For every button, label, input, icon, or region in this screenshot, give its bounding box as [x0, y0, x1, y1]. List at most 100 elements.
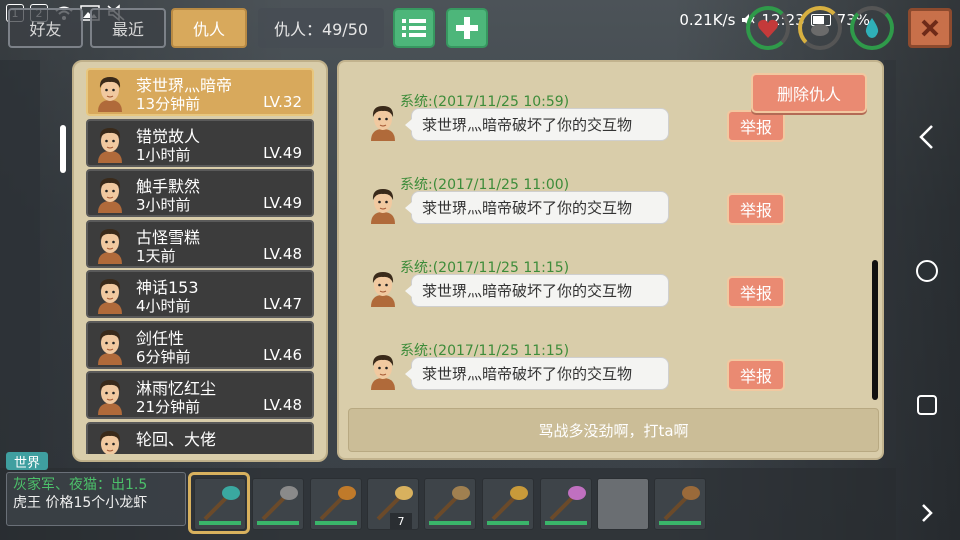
recents-nav-button[interactable]: [912, 390, 942, 420]
message-bubble: 莍世琾灬暗帝破坏了你的交互物: [405, 108, 669, 141]
home-nav-button[interactable]: [912, 256, 942, 286]
avatar-icon: [371, 189, 395, 224]
enemy-list-item[interactable]: 古怪雪糕 1天前 LV.48: [86, 219, 314, 268]
hotbar-slot[interactable]: [194, 478, 246, 530]
delete-enemy-button[interactable]: 删除仇人: [751, 73, 867, 113]
enemy-count: 仇人：49/50: [258, 8, 384, 48]
avatar: [361, 265, 405, 309]
report-button[interactable]: 举报: [727, 193, 785, 225]
thirst-ring-icon: [850, 6, 894, 50]
enemy-level: LV.48: [263, 244, 302, 263]
report-button[interactable]: 举报: [727, 110, 785, 142]
hotbar-slot[interactable]: [597, 478, 649, 530]
message-scrollbar[interactable]: [872, 260, 878, 400]
enemy-level: LV.49: [263, 194, 302, 212]
report-button[interactable]: 举报: [727, 276, 785, 308]
enemy-level: LV.48: [263, 396, 302, 414]
back-nav-button[interactable]: [912, 122, 942, 152]
enemy-info: 剑任性 6分钟前 LV.46: [132, 323, 312, 367]
tab-enemies[interactable]: 仇人: [171, 8, 247, 48]
enemy-list-panel: 莍世琾灬暗帝 13分钟前 LV.32 错觉故人 1小时前 LV.49 触手默然 3小时前 LV.…: [72, 60, 328, 462]
enemy-info: 触手默然 3小时前 LV.49: [132, 171, 312, 215]
enemy-list-item[interactable]: 轮回、大佬: [86, 421, 314, 454]
expand-nav-button[interactable]: [912, 498, 942, 528]
avatar: [88, 70, 132, 114]
enemy-info: 错觉故人 1小时前 LV.49: [132, 121, 312, 165]
avatar: [88, 171, 132, 215]
avatar-icon: [99, 430, 121, 454]
enemy-last-seen: 1小时前: [136, 145, 191, 164]
enemy-list-item[interactable]: 莍世琾灬暗帝 13分钟前 LV.32: [86, 68, 314, 116]
recents-icon: [917, 395, 937, 415]
enemy-info: 神话153 4小时前 LV.47: [132, 272, 312, 316]
health-ring-icon: [746, 6, 790, 50]
hunger-ring-icon: [798, 6, 842, 50]
avatar-icon: [98, 77, 122, 112]
enemy-info: 淋雨忆红尘 21分钟前 LV.48: [132, 373, 312, 417]
android-nav-bar: [896, 0, 960, 540]
chat-line1: ：出1.5: [97, 477, 148, 493]
enemy-info: 古怪雪糕 1天前 LV.48: [132, 222, 312, 266]
avatar-icon: [371, 272, 395, 307]
avatar-icon: [98, 178, 122, 213]
stack-count: 7: [390, 513, 412, 529]
list-scrollbar[interactable]: [60, 125, 66, 173]
avatar-icon: [371, 355, 395, 390]
hotbar-slot[interactable]: [482, 478, 534, 530]
enemy-info: 莍世琾灬暗帝 13分钟前 LV.32: [132, 70, 312, 114]
enemy-level: LV.32: [263, 93, 302, 111]
list-icon: [402, 19, 426, 37]
hotbar-slot[interactable]: [424, 478, 476, 530]
avatar: [88, 272, 132, 316]
background-wall: [884, 60, 896, 460]
chat-line2: 虎王 价格15个小龙虾: [13, 495, 148, 511]
message-bubble: 莍世琾灬暗帝破坏了你的交互物: [405, 274, 669, 307]
durability-bar: [257, 521, 299, 525]
message-bubble: 莍世琾灬暗帝破坏了你的交互物: [405, 191, 669, 224]
world-chat-box[interactable]: 灰家军、夜猫：出1.5 虎王 价格15个小龙虾: [6, 472, 186, 526]
enemy-level: LV.46: [263, 345, 302, 364]
enemy-list-item[interactable]: 错觉故人 1小时前 LV.49: [86, 118, 314, 167]
avatar: [361, 182, 405, 226]
tab-friends[interactable]: 好友: [8, 8, 83, 48]
hotbar-slot[interactable]: 7: [367, 478, 419, 530]
list-button[interactable]: [393, 8, 435, 48]
enemy-last-seen: 3小时前: [136, 196, 191, 214]
enemy-level: LV.47: [263, 295, 302, 313]
world-chat-tag[interactable]: 世界: [6, 452, 48, 471]
hotbar-slot[interactable]: [540, 478, 592, 530]
message-input[interactable]: 骂战多没劲啊，打ta啊: [348, 408, 879, 452]
enemy-list[interactable]: 莍世琾灬暗帝 13分钟前 LV.32 错觉故人 1小时前 LV.49 触手默然 3小时前 LV.…: [86, 68, 314, 454]
durability-bar: [487, 521, 529, 525]
avatar: [361, 348, 405, 392]
avatar: [88, 323, 132, 367]
hotbar-slot[interactable]: [310, 478, 362, 530]
hotbar-slot[interactable]: [654, 478, 706, 530]
avatar-icon: [98, 127, 122, 163]
add-enemy-button[interactable]: [446, 8, 488, 48]
enemy-list-item[interactable]: 触手默然 3小时前 LV.49: [86, 169, 314, 217]
hotbar-slot[interactable]: [252, 478, 304, 530]
home-icon: [916, 260, 938, 282]
message-bubble: 莍世琾灬暗帝破坏了你的交互物: [405, 357, 669, 390]
chevron-right-icon: [922, 504, 933, 522]
tab-recent[interactable]: 最近: [90, 8, 166, 48]
durability-bar: [659, 521, 701, 525]
durability-bar: [429, 521, 471, 525]
avatar: [88, 424, 132, 454]
durability-bar: [545, 521, 587, 525]
enemy-list-item[interactable]: 淋雨忆红尘 21分钟前 LV.48: [86, 371, 314, 419]
avatar-icon: [98, 380, 122, 415]
durability-bar: [199, 521, 241, 525]
durability-bar: [315, 521, 357, 525]
enemy-last-seen: 1天前: [136, 246, 176, 265]
plus-icon: [456, 17, 478, 39]
enemy-last-seen: 6分钟前: [136, 347, 191, 366]
enemy-list-item[interactable]: 神话153 4小时前 LV.47: [86, 270, 314, 318]
enemy-list-item[interactable]: 剑任性 6分钟前 LV.46: [86, 320, 314, 369]
report-button[interactable]: 举报: [727, 359, 785, 391]
enemy-last-seen: 4小时前: [136, 297, 191, 315]
back-icon: [919, 125, 933, 149]
avatar: [88, 222, 132, 266]
avatar-icon: [98, 228, 122, 264]
